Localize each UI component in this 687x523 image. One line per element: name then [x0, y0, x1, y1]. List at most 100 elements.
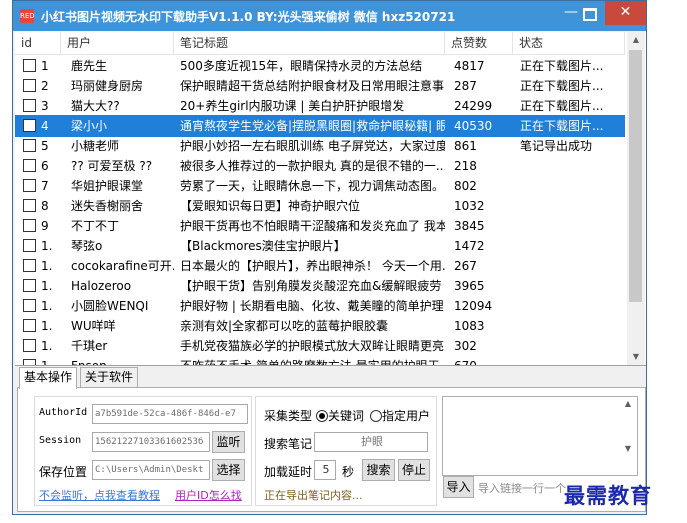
table-row[interactable]: 3 猫大大?? 20+养生girl内服功课 | 美白护肝护眼增发 24299 正在下载图… [15, 95, 625, 117]
row-checkbox[interactable] [23, 339, 36, 352]
maximize-button[interactable] [577, 1, 603, 25]
tab-basic[interactable]: 基本操作 [19, 367, 78, 389]
row-status [513, 155, 625, 177]
table-row[interactable]: 1. Halozeroo 【护眼干货】告别角膜发炎酸涩充血&缓解眼疲劳 ... 396… [15, 275, 625, 297]
row-id: 1 [15, 55, 61, 77]
stop-button[interactable]: 停止 [398, 459, 430, 481]
table-row[interactable]: 7 华姐护眼课堂 劳累了一天，让眼睛休息一下，视力调焦动态图。... 802 [15, 175, 625, 197]
row-likes: 4817 [454, 59, 485, 73]
scroll-up-icon[interactable]: ▲ [627, 32, 645, 48]
row-status: 正在下载图片... [520, 119, 604, 133]
export-status: 正在导出笔记内容... [264, 489, 363, 502]
table-row[interactable]: 2 玛丽健身厨房 保护眼睛超干货总结附护眼食材及日常用眼注意事... 287 正在下载图… [15, 75, 625, 97]
row-checkbox[interactable] [23, 99, 36, 112]
table-row[interactable]: 1. WU咩咩 亲测有效|全家都可以吃的蓝莓护眼胶囊 1083 [15, 315, 625, 337]
table-row[interactable]: 4 梁小小 通宵熬夜学生党必备|摆脱黑眼圈|救命护眼秘籍| 眼... 40530 正在下… [15, 115, 625, 137]
search-button[interactable]: 搜索 [362, 459, 395, 481]
table-row[interactable]: 1. Fnson 不咋药不手术 简单的路摩数方法 最实用的护眼王... 670 [15, 355, 625, 366]
row-likes: 861 [454, 139, 477, 153]
session-field[interactable]: 1562122710336160253б [92, 432, 210, 452]
column-header-user[interactable]: 用户 [61, 32, 174, 54]
row-title: 【Blackmores澳佳宝护眼片】 [180, 239, 346, 253]
textarea-scrollbar[interactable]: ▲ ▼ [621, 399, 635, 473]
row-id-text: 1. [41, 239, 53, 253]
row-checkbox[interactable] [23, 319, 36, 332]
row-id-text: 7 [41, 179, 49, 193]
row-checkbox[interactable] [23, 259, 36, 272]
row-user: 千琪er [71, 339, 108, 353]
row-likes: 670 [454, 359, 477, 366]
tab-about[interactable]: 关于软件 [80, 367, 139, 388]
table-row[interactable]: 5 小糖老师 护眼小妙招一左右眼肌训练 电子屏党达，大家过度... 861 笔记导出成功 [15, 135, 625, 157]
row-user: 琴弦o [71, 239, 103, 253]
row-status [513, 295, 625, 317]
row-checkbox[interactable] [23, 59, 36, 72]
row-id-text: 1. [41, 339, 53, 353]
row-id: 1. [15, 315, 61, 337]
row-id: 1. [15, 235, 61, 257]
row-id-text: 5 [41, 139, 49, 153]
row-likes: 3965 [454, 279, 485, 293]
keyword-radio[interactable]: 关键词 [316, 407, 364, 424]
import-links-textarea[interactable]: ▲ ▼ [442, 396, 638, 476]
table-row[interactable]: 1. 琴弦o 【Blackmores澳佳宝护眼片】 1472 [15, 235, 625, 257]
row-id-text: 8 [41, 199, 49, 213]
row-id-text: 6 [41, 159, 49, 173]
row-user: ?? 可爱至极 ?? [71, 159, 153, 173]
table-row[interactable]: 1. cocokarafine可开... 日本最火的【护眼片】，养出眼神杀！ 今天一… [15, 255, 625, 277]
row-likes: 12094 [454, 299, 493, 313]
row-user: 华姐护眼课堂 [71, 179, 144, 193]
row-id: 5 [15, 135, 61, 157]
maximize-icon [583, 8, 597, 21]
row-user: Fnson [71, 359, 107, 366]
column-header-id[interactable]: id [15, 32, 61, 54]
row-status [513, 315, 625, 337]
row-checkbox[interactable] [23, 159, 36, 172]
delay-input[interactable]: 5 [314, 460, 336, 480]
close-button[interactable]: ✕ [605, 1, 646, 25]
import-button[interactable]: 导入 [443, 476, 474, 498]
column-header-likes[interactable]: 点赞数 [445, 32, 513, 54]
row-checkbox[interactable] [23, 139, 36, 152]
row-id: 8 [15, 195, 61, 217]
row-checkbox[interactable] [23, 119, 36, 132]
save-location-field[interactable]: C:\Users\Admin\Deskt [92, 460, 210, 480]
row-checkbox[interactable] [23, 219, 36, 232]
row-checkbox[interactable] [23, 299, 36, 312]
user-radio[interactable]: 指定用户 [370, 407, 430, 424]
row-id: 2 [15, 75, 61, 97]
column-header-title[interactable]: 笔记标题 [174, 32, 445, 54]
userid-help-link[interactable]: 用户ID怎么找 [175, 487, 242, 503]
table-row[interactable]: 8 迷失香榭丽舍 【爱眼知识每日更】神奇护眼穴位 1032 [15, 195, 625, 217]
table-row[interactable]: 1. 千琪er 手机党夜猫族必学的护眼模式放大双眸让眼睛更亮... 302 [15, 335, 625, 357]
row-id: 1. [15, 275, 61, 297]
table-row[interactable]: 1 鹿先生 500多度近视15年，眼睛保持水灵的方法总结 4817 正在下载图片... [15, 55, 625, 77]
app-window: RED 小红书图片视频无水印下载助手V1.1.0 BY:光头强来偷树 微信 hx… [12, 0, 647, 515]
choose-folder-button[interactable]: 选择 [212, 459, 245, 481]
table-row[interactable]: 1. 小圆脸WENQI 护眼好物 | 长期看电脑、化妆、戴美瞳的简单护理 12094 [15, 295, 625, 317]
monitor-button[interactable]: 监听 [212, 431, 245, 453]
watermark-text: 最需教育 [564, 483, 652, 508]
row-title: 被很多人推荐过的一款护眼丸 真的是很不错的一... [180, 159, 445, 173]
table-row[interactable]: 9 不丁不丁 护眼干货再也不怕眼睛干涩酸痛和发炎充血了 我本... 3845 [15, 215, 625, 237]
row-checkbox[interactable] [23, 279, 36, 292]
tutorial-link[interactable]: 不会监听，点我查看教程 [39, 487, 160, 503]
row-id-text: 3 [41, 99, 49, 113]
row-id: 1. [15, 295, 61, 317]
table-row[interactable]: 6 ?? 可爱至极 ?? 被很多人推荐过的一款护眼丸 真的是很不错的一... 218 [15, 155, 625, 177]
row-checkbox[interactable] [23, 199, 36, 212]
row-checkbox[interactable] [23, 239, 36, 252]
column-header-status[interactable]: 状态 [513, 32, 625, 54]
row-checkbox[interactable] [23, 79, 36, 92]
scroll-thumb[interactable] [629, 50, 642, 302]
authorid-field[interactable]: a7b591de-52ca-486f-846d-e7 [92, 404, 248, 424]
load-delay-label: 加载延时 [264, 465, 313, 479]
scroll-down-icon[interactable]: ▼ [627, 349, 645, 365]
radio-empty-icon [370, 409, 382, 422]
row-id: 6 [15, 155, 61, 177]
row-checkbox[interactable] [23, 359, 36, 365]
keyword-input[interactable]: 护眼 [314, 432, 428, 452]
table-scrollbar[interactable]: ▲ ▼ [627, 32, 645, 365]
row-user: 小糖老师 [71, 139, 120, 153]
row-checkbox[interactable] [23, 179, 36, 192]
